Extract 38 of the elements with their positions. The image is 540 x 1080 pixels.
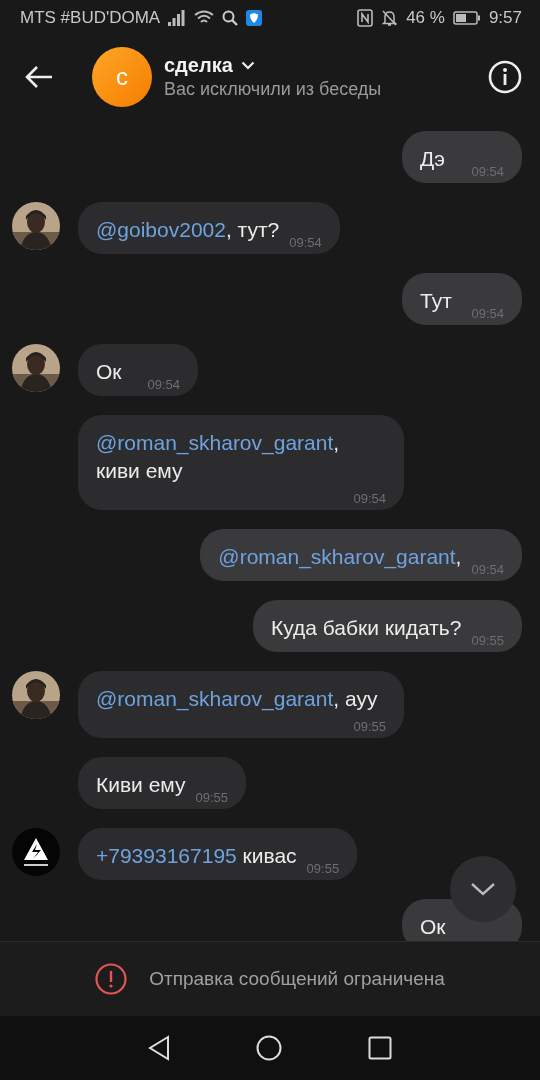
chat-subtitle: Вас исключили из беседы xyxy=(164,79,383,100)
bell-off-icon xyxy=(381,9,399,27)
message-time: 09:54 xyxy=(353,491,386,506)
message-text: Киви ему xyxy=(96,772,186,798)
recents-nav-button[interactable] xyxy=(368,1036,392,1060)
restriction-notice: Отправка сообщений ограничена xyxy=(149,968,445,990)
message-text: @roman_skharov_garant, киви ему xyxy=(96,430,341,484)
clock-time: 9:57 xyxy=(488,8,522,28)
signal-icon xyxy=(168,10,187,26)
message-text: +79393167195 кивас xyxy=(96,843,297,869)
message-text: Куда бабки кидать? xyxy=(271,615,462,641)
message-text: @roman_skharov_garant, ауу xyxy=(96,686,378,713)
battery-icon xyxy=(452,11,481,25)
chat-avatar: с xyxy=(92,47,152,107)
battery-percent: 46 % xyxy=(406,8,445,28)
shield-icon xyxy=(246,10,263,26)
message-time: 09:54 xyxy=(147,377,180,392)
message-text: Тут xyxy=(420,288,452,314)
chevron-down-icon[interactable] xyxy=(470,882,496,896)
message-text: Ок xyxy=(96,359,122,385)
message-time: 09:55 xyxy=(306,861,340,876)
message-time: 09:55 xyxy=(353,719,386,734)
message-time: 09:55 xyxy=(195,790,229,805)
info-button[interactable] xyxy=(488,60,522,94)
search-icon xyxy=(222,10,239,26)
nfc-icon xyxy=(357,9,374,27)
back-button[interactable] xyxy=(24,65,54,89)
message-text: Ок xyxy=(420,914,446,940)
chat-title: сделка xyxy=(164,54,233,77)
message-text: Дэ xyxy=(420,146,445,172)
carrier-name: MTS #BUD'DOMA xyxy=(20,8,161,28)
message-text: @roman_skharov_garant, xyxy=(218,544,462,571)
logo-avatar-icon xyxy=(12,828,60,876)
home-nav-button[interactable] xyxy=(256,1035,282,1061)
back-nav-button[interactable] xyxy=(148,1035,170,1061)
message-text: @goibov2002, тут? xyxy=(96,217,280,243)
message-time: 09:54 xyxy=(289,235,322,250)
warning-icon xyxy=(95,963,128,995)
